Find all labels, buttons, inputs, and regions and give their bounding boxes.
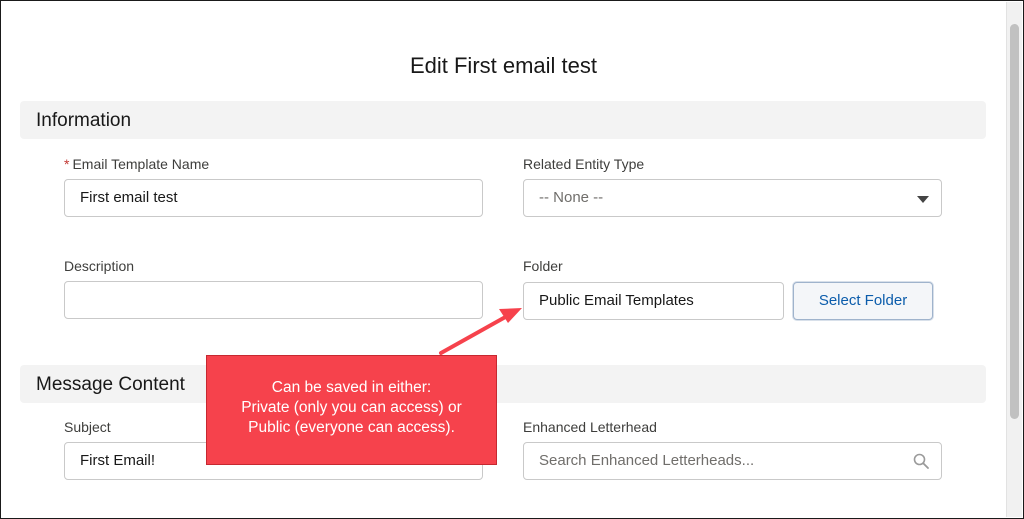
callout-line: Public (everyone can access). xyxy=(248,419,455,436)
scrollbar-thumb[interactable] xyxy=(1010,24,1019,419)
callout-line: Private (only you can access) or xyxy=(241,399,462,416)
callout-line: Can be saved in either: xyxy=(271,379,432,396)
edit-email-template-modal: Edit First email test Information * Email… xyxy=(0,0,1024,519)
callout-arrow xyxy=(439,308,522,355)
vertical-scrollbar[interactable] xyxy=(1006,2,1022,517)
annotation-callout: Can be saved in either: Private (only yo… xyxy=(206,355,497,465)
